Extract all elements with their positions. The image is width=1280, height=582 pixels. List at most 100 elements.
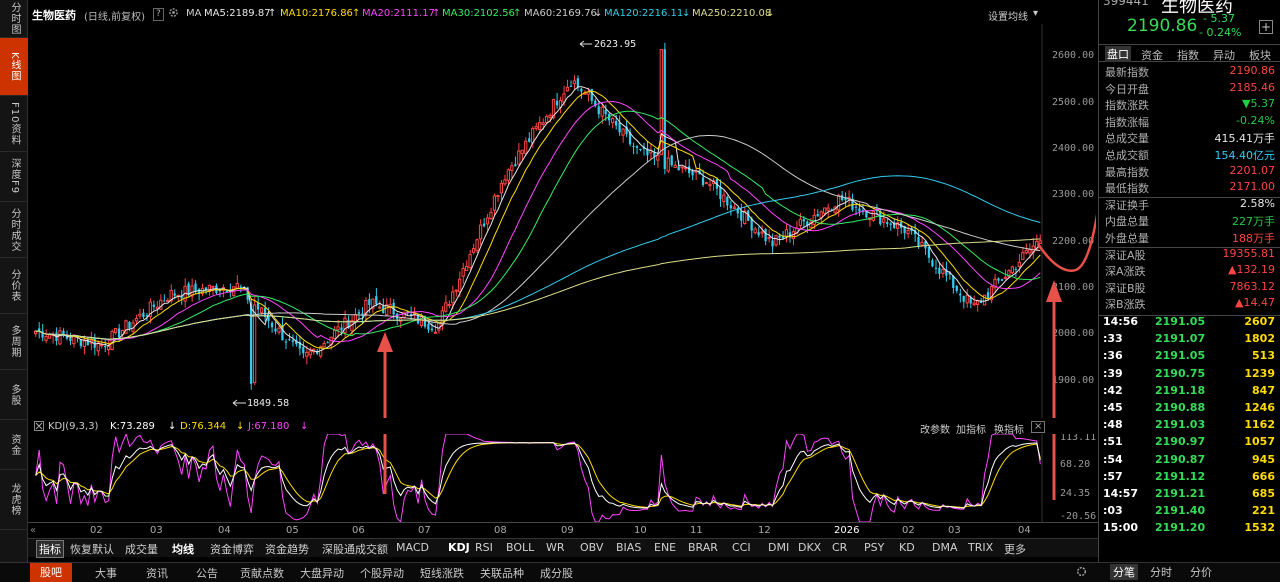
settings-ma-button[interactable]: 设置均线: [988, 8, 1028, 23]
scroll-left-icon[interactable]: «: [30, 525, 36, 536]
nav-depth[interactable]: 深度F9: [0, 152, 28, 202]
bottom-tab-9[interactable]: 成分股: [540, 565, 573, 581]
arrow-up-icon: ↑: [432, 8, 441, 19]
tick-time: :57: [1103, 469, 1123, 483]
bottom-tab-6[interactable]: 个股异动: [360, 565, 404, 581]
quote-row: 内盘总量 227万手: [1099, 213, 1280, 230]
indicator-tab-22[interactable]: DMA: [932, 541, 958, 554]
quote-row: 深B涨跌 ▲14.47: [1099, 296, 1280, 313]
indicator-tab-11[interactable]: WR: [546, 541, 565, 554]
indicator-tab-10[interactable]: BOLL: [506, 541, 534, 554]
quote-value: ▲132.19: [1228, 263, 1275, 277]
index-code: 399441: [1103, 0, 1149, 8]
quote-tab-1[interactable]: 资金: [1141, 47, 1163, 63]
chart-header: 生物医药 (日线,前复权) ? MA MA5:2189.87 ↑ MA10:21…: [30, 6, 1096, 24]
candle: [252, 297, 257, 386]
tick-volume: 513: [1252, 349, 1275, 363]
bottom-tab-7[interactable]: 短线涨跌: [420, 565, 464, 581]
indicator-tab-13[interactable]: BIAS: [616, 541, 641, 554]
kdj-close-button[interactable]: ×: [1031, 421, 1046, 433]
bottom-tab-5[interactable]: 大盘异动: [300, 565, 344, 581]
indicator-tab-23[interactable]: TRIX: [968, 541, 993, 554]
indicator-tab-12[interactable]: OBV: [580, 541, 603, 554]
indicator-tab-16[interactable]: CCI: [732, 541, 751, 554]
tick-time: :45: [1103, 401, 1123, 414]
kdj-chart[interactable]: 113.11 68.20 24.35 -20.56: [30, 434, 1096, 522]
tick-price: 2191.03: [1155, 418, 1206, 432]
quote-row: 深证A股 19355.81: [1099, 247, 1280, 264]
nav-price-table[interactable]: 分价表: [0, 258, 28, 314]
quote-value: -0.24%: [1236, 113, 1275, 127]
month-label: 07: [418, 525, 431, 536]
chevron-down-icon[interactable]: ▾: [1033, 8, 1038, 19]
bottom-tab-3[interactable]: 公告: [196, 565, 218, 581]
quote-bottom-tab-0[interactable]: 分笔: [1110, 564, 1138, 580]
indicator-tab-3[interactable]: 均线: [172, 541, 194, 557]
nav-multi-stock[interactable]: 多股: [0, 370, 28, 420]
quote-row: 最新指数 2190.86: [1099, 64, 1280, 81]
indicator-tab-5[interactable]: 资金趋势: [265, 541, 309, 557]
help-button[interactable]: ?: [153, 8, 164, 21]
month-label: 05: [286, 525, 299, 536]
nav-kline[interactable]: K线图: [0, 38, 28, 96]
settings-gear-icon[interactable]: [168, 7, 179, 21]
quote-tab-2[interactable]: 指数: [1177, 47, 1199, 63]
kdj-d-value: D:76.344: [180, 421, 227, 432]
tick-price: 2190.87: [1155, 452, 1206, 466]
quote-label: 总成交额: [1105, 149, 1149, 162]
tick-row: :54 2190.87 945: [1099, 453, 1280, 470]
indicator-tab-21[interactable]: KD: [899, 541, 915, 554]
indicator-tab-15[interactable]: BRAR: [688, 541, 718, 554]
indicator-tab-8[interactable]: KDJ: [448, 541, 470, 554]
quote-tab-0[interactable]: 盘口: [1105, 46, 1131, 62]
tick-volume: 1162: [1244, 418, 1275, 432]
indicator-tab-18[interactable]: DKX: [798, 541, 821, 554]
indicator-tab-0[interactable]: 指标: [36, 540, 64, 558]
quote-value: 2190.86: [1229, 64, 1276, 77]
indicator-tab-1[interactable]: 恢复默认: [70, 541, 114, 557]
nav-dragon-tiger[interactable]: 龙虎榜: [0, 470, 28, 530]
add-watchlist-button[interactable]: +: [1259, 20, 1273, 34]
close-icon[interactable]: [34, 421, 44, 434]
quote-row: 最高指数 2201.07: [1099, 164, 1280, 181]
indicator-tab-7[interactable]: MACD: [396, 541, 429, 554]
indicator-tab-20[interactable]: PSY: [864, 541, 884, 554]
month-label: 06: [352, 525, 365, 536]
tick-time: :39: [1103, 366, 1123, 380]
quote-title-area: 399441 生物医药 2190.86 - 5.37 - 0.24% +: [1099, 0, 1280, 44]
quote-tab-3[interactable]: 异动: [1213, 47, 1235, 63]
settings-gear-icon[interactable]: [1076, 566, 1087, 580]
bottom-tab-0[interactable]: 股吧: [30, 563, 72, 582]
bottom-tab-8[interactable]: 关联品种: [480, 565, 524, 581]
nav-capital[interactable]: 资金: [0, 420, 28, 470]
indicator-tab-14[interactable]: ENE: [654, 541, 676, 554]
indicator-tab-2[interactable]: 成交量: [125, 541, 158, 557]
index-change-pct: - 0.24%: [1199, 26, 1242, 39]
chart-mode[interactable]: (日线,前复权): [84, 8, 145, 23]
indicator-tab-17[interactable]: DMI: [768, 541, 789, 554]
indicator-tab-19[interactable]: CR: [832, 541, 847, 554]
tick-volume: 1239: [1244, 366, 1275, 380]
quote-tab-4[interactable]: 板块: [1249, 47, 1271, 63]
left-nav: 分时图 K线图 F10资料 深度F9 分时成交 分价表 多周期 多股 资金 龙虎…: [0, 0, 28, 562]
bottom-tab-2[interactable]: 资讯: [146, 565, 168, 581]
indicator-tab-24[interactable]: 更多: [1004, 541, 1026, 557]
chart-title: 生物医药: [32, 9, 76, 22]
indicator-tab-9[interactable]: RSI: [475, 541, 493, 554]
quote-bottom-tab-1[interactable]: 分时: [1150, 564, 1172, 580]
nav-multi-period[interactable]: 多周期: [0, 314, 28, 370]
candle: [475, 238, 479, 254]
bottom-tab-4[interactable]: 贡献点数: [240, 565, 284, 581]
quote-bottom-tab-2[interactable]: 分价: [1190, 564, 1212, 580]
tick-price: 2191.21: [1155, 487, 1206, 500]
tick-price: 2191.12: [1155, 469, 1206, 483]
indicator-tab-6[interactable]: 深股通成交额: [322, 541, 388, 557]
nav-f10[interactable]: F10资料: [0, 96, 28, 152]
quote-label: 深证A股: [1105, 248, 1146, 262]
bottom-tab-1[interactable]: 大事: [95, 565, 117, 581]
y-tick: 2200.00: [1052, 236, 1094, 247]
indicator-tab-4[interactable]: 资金博弈: [210, 541, 254, 557]
kline-chart[interactable]: 2600.00 2500.00 2400.00 2300.00 2200.00 …: [30, 24, 1096, 418]
nav-fenshi-trade[interactable]: 分时成交: [0, 202, 28, 258]
nav-fenshi[interactable]: 分时图: [0, 0, 28, 38]
